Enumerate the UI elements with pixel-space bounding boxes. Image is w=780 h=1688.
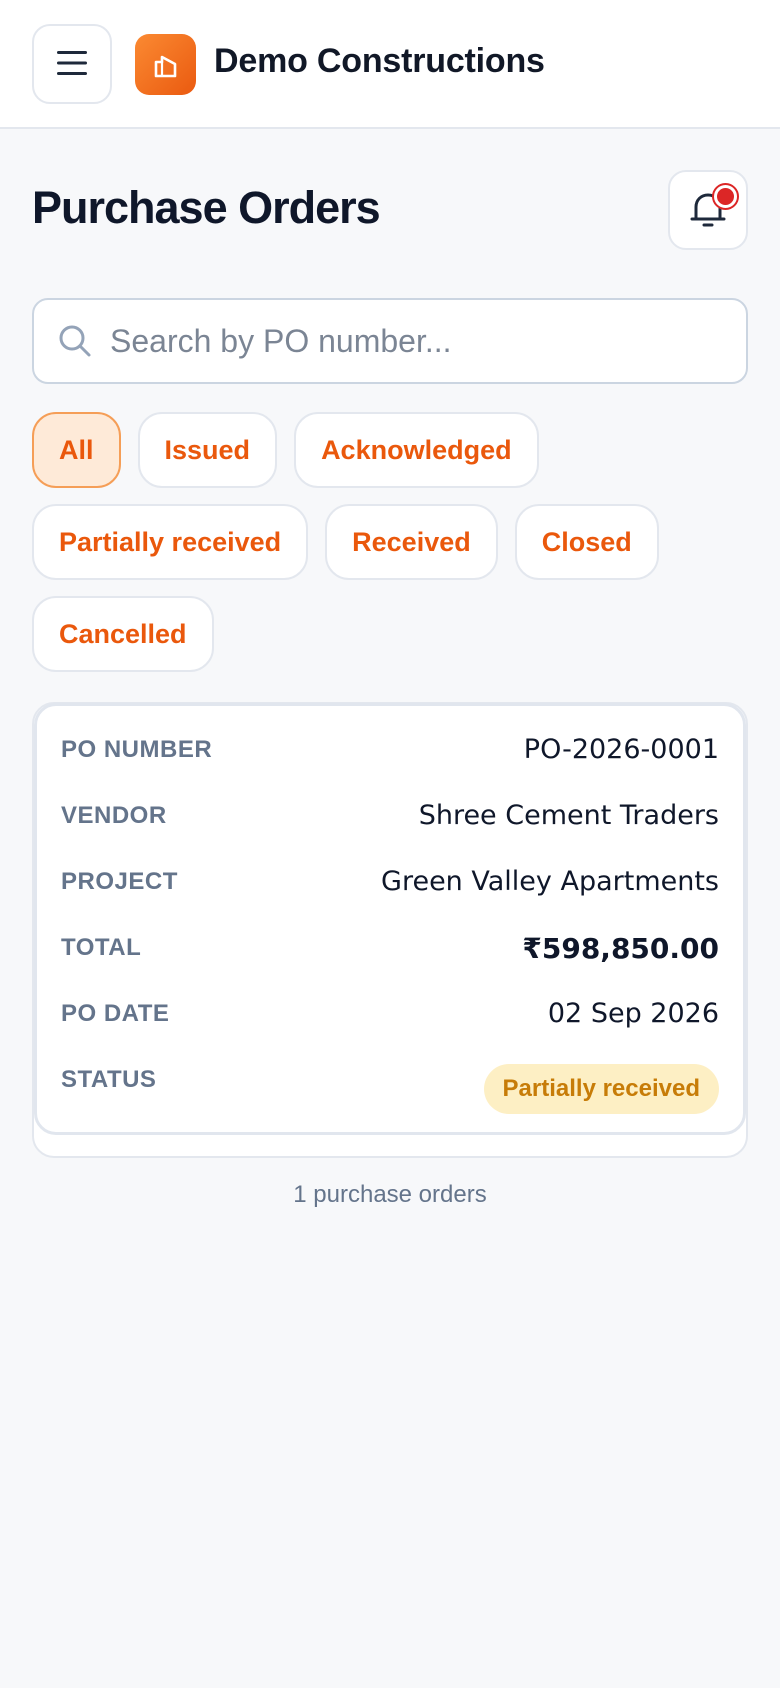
search-icon [58, 324, 92, 363]
total-value: ₹598,850.00 [522, 932, 719, 965]
po-number-value: PO-2026-0001 [523, 734, 719, 765]
po-number-row: PO NUMBER PO-2026-0001 [61, 734, 719, 765]
filter-chip-closed[interactable]: Closed [514, 504, 659, 580]
notification-dot [713, 184, 737, 208]
total-label: TOTAL [61, 934, 142, 961]
menu-button[interactable] [32, 24, 112, 104]
filter-chip-acknowledged[interactable]: Acknowledged [294, 412, 539, 488]
purchase-order-card[interactable]: PO NUMBER PO-2026-0001 VENDOR Shree Ceme… [34, 703, 746, 1135]
notifications-button[interactable] [668, 170, 748, 250]
top-bar: Demo Constructions [0, 0, 780, 129]
filter-chip-partially-received[interactable]: Partially received [32, 504, 309, 580]
filter-chip-all[interactable]: All [32, 412, 121, 488]
search-box [32, 298, 748, 384]
orders-count: 1 purchase orders [293, 1181, 487, 1208]
project-row: PROJECT Green Valley Apartments [61, 866, 719, 897]
filter-chip-cancelled[interactable]: Cancelled [32, 596, 214, 672]
company-name: Demo Constructions [214, 42, 545, 80]
po-date-label: PO DATE [61, 1000, 170, 1027]
hamburger-icon [55, 48, 89, 81]
vendor-row: VENDOR Shree Cement Traders [61, 800, 719, 831]
building-logo-icon [135, 34, 196, 95]
total-row: TOTAL ₹598,850.00 [61, 932, 719, 965]
po-date-row: PO DATE 02 Sep 2026 [61, 998, 719, 1029]
filter-chip-received[interactable]: Received [325, 504, 498, 580]
status-row: STATUS Partially received [61, 1064, 719, 1114]
po-date-value: 02 Sep 2026 [547, 998, 719, 1029]
po-number-label: PO NUMBER [61, 736, 213, 763]
vendor-label: VENDOR [61, 802, 167, 829]
project-value: Green Valley Apartments [381, 866, 719, 897]
vendor-value: Shree Cement Traders [418, 800, 719, 831]
search-input[interactable] [110, 314, 720, 368]
status-filter-chips: All Issued Acknowledged Partially receiv… [32, 412, 748, 672]
status-label: STATUS [61, 1066, 157, 1093]
page-title: Purchase Orders [32, 182, 381, 233]
status-badge: Partially received [483, 1064, 719, 1114]
project-label: PROJECT [61, 868, 178, 895]
filter-chip-issued[interactable]: Issued [137, 412, 278, 488]
